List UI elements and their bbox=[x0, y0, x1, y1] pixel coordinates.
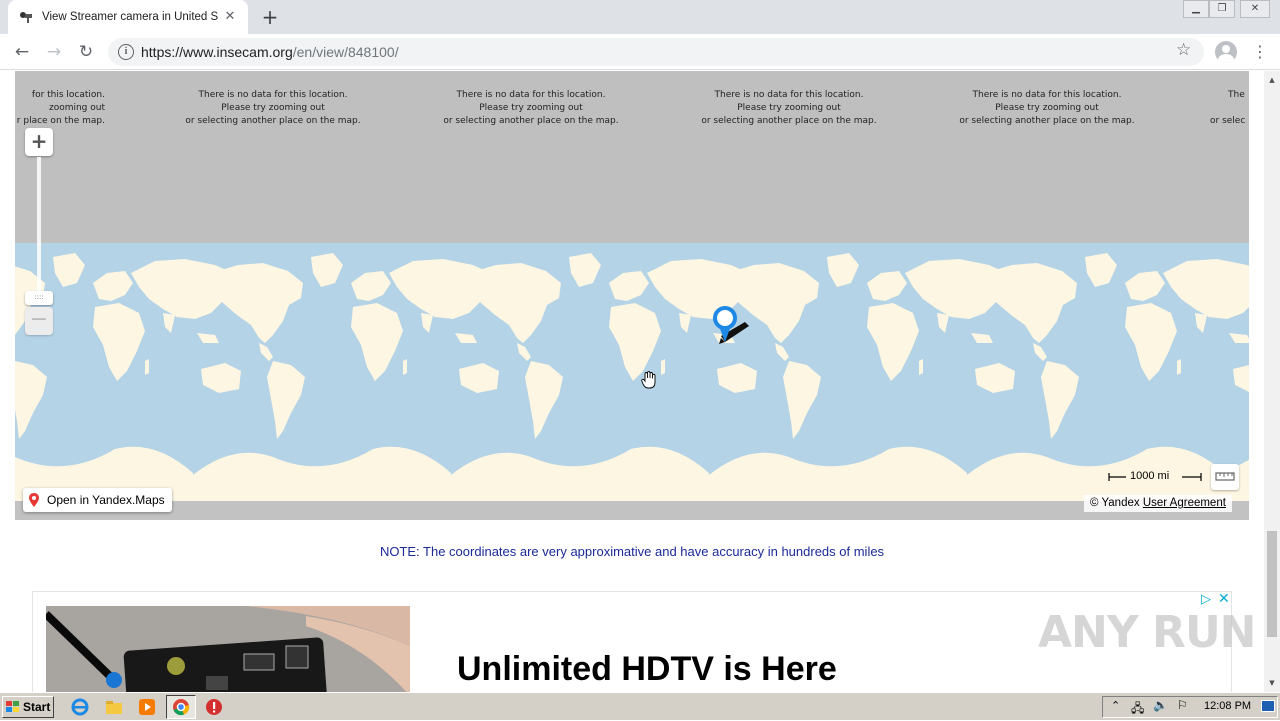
url-host: https://www.insecam.org bbox=[141, 44, 293, 60]
no-data-line: Please try zooming out bbox=[737, 103, 841, 113]
action-center-flag-icon[interactable]: ⚐ bbox=[1177, 698, 1188, 712]
ruler-icon[interactable] bbox=[1211, 464, 1239, 490]
show-desktop-icon[interactable] bbox=[1261, 700, 1275, 712]
no-data-line: or selec bbox=[1210, 116, 1246, 126]
taskbar-clock: 12:08 PM bbox=[1204, 700, 1252, 712]
close-window-button[interactable]: ✕ bbox=[1240, 0, 1270, 18]
location-marker-icon[interactable] bbox=[711, 304, 751, 352]
play-triangle-icon[interactable]: ▷ bbox=[1201, 592, 1211, 607]
no-data-line: Please try zooming out bbox=[221, 103, 325, 113]
map-bottom-band bbox=[15, 501, 1249, 520]
no-data-line: There is no data for this location. bbox=[972, 90, 1122, 100]
taskbar: Start ⌃ 🖧 🔈 ⚐ 12:08 PM bbox=[0, 692, 1280, 720]
chrome-icon bbox=[173, 699, 190, 716]
world-map-tiles bbox=[15, 253, 1249, 501]
zoom-out-button[interactable]: − bbox=[25, 307, 53, 335]
no-data-line: or selecting another place on the map. bbox=[185, 116, 361, 126]
no-data-message-partial-right: The or selec bbox=[1210, 89, 1249, 128]
no-data-message-partial-left: for this location. zooming out r place o… bbox=[15, 89, 105, 128]
site-info-icon[interactable]: i bbox=[118, 44, 134, 60]
url-text: https://www.insecam.org/en/view/848100/ bbox=[141, 44, 399, 60]
zoom-slider-handle[interactable]: :::: bbox=[25, 291, 53, 305]
back-button[interactable]: ← bbox=[10, 40, 34, 64]
tray-expand-icon[interactable]: ⌃ bbox=[1111, 699, 1120, 712]
minimize-button[interactable]: ▁ bbox=[1183, 0, 1209, 18]
no-data-message: There is no data for this location. Plea… bbox=[426, 89, 636, 128]
close-icon[interactable]: ✕ bbox=[1218, 592, 1230, 607]
url-path: /en/view/848100/ bbox=[292, 44, 399, 60]
ad-product-image[interactable] bbox=[46, 606, 410, 692]
browser-tab-active[interactable]: View Streamer camera in United States ✕ bbox=[8, 0, 248, 34]
security-alert-icon[interactable] bbox=[204, 697, 224, 717]
bookmark-star-icon[interactable]: ☆ bbox=[1176, 40, 1191, 60]
camera-favicon-icon bbox=[18, 9, 34, 25]
no-data-line: There is no data for this location. bbox=[714, 90, 864, 100]
browser-tabstrip: View Streamer camera in United States ✕ … bbox=[0, 0, 1280, 34]
zoom-in-button[interactable]: + bbox=[25, 128, 53, 156]
no-data-line: zooming out bbox=[48, 103, 105, 113]
no-data-line: for this location. bbox=[31, 90, 105, 100]
scale-label: 1000 mi bbox=[1130, 470, 1170, 482]
no-data-line: or selecting another place on the map. bbox=[959, 116, 1135, 126]
volume-icon[interactable]: 🔈 bbox=[1153, 698, 1168, 712]
zoom-slider-track[interactable] bbox=[37, 157, 41, 301]
no-data-line: Please try zooming out bbox=[479, 103, 583, 113]
yandex-map[interactable]: for this location. zooming out r place o… bbox=[15, 71, 1249, 520]
no-data-message: There is no data for this location. Plea… bbox=[942, 89, 1152, 128]
windows-flag-icon bbox=[6, 701, 19, 712]
no-data-line: There is no data for this location. bbox=[456, 90, 606, 100]
no-data-line: r place on the map. bbox=[16, 116, 105, 126]
open-in-yandex-maps-button[interactable]: Open in Yandex.Maps bbox=[23, 488, 172, 512]
coordinates-note: NOTE: The coordinates are very approxima… bbox=[379, 544, 885, 559]
browser-toolbar: ← → ↻ i https://www.insecam.org/en/view/… bbox=[0, 34, 1280, 70]
scroll-down-icon[interactable]: ▼ bbox=[1264, 676, 1280, 690]
file-explorer-icon[interactable] bbox=[104, 697, 124, 717]
start-label: Start bbox=[23, 700, 51, 714]
hand-cursor-icon bbox=[641, 371, 657, 393]
no-data-line: or selecting another place on the map. bbox=[701, 116, 877, 126]
no-data-line: There is no data for this location. bbox=[198, 90, 348, 100]
user-agreement-link[interactable]: User Agreement bbox=[1143, 497, 1226, 509]
reload-button[interactable]: ↻ bbox=[74, 40, 98, 64]
no-data-line bbox=[1210, 102, 1249, 115]
restore-button[interactable]: ❐ bbox=[1209, 0, 1235, 18]
address-bar[interactable]: i https://www.insecam.org/en/view/848100… bbox=[108, 38, 1204, 66]
browser-menu-icon[interactable]: ⋮ bbox=[1252, 40, 1268, 64]
no-data-line: Please try zooming out bbox=[995, 103, 1099, 113]
tab-title: View Streamer camera in United States bbox=[42, 11, 218, 23]
map-pin-icon bbox=[29, 493, 39, 507]
system-tray: ⌃ 🖧 🔈 ⚐ bbox=[1102, 696, 1278, 718]
watermark: ANY RUN bbox=[1038, 607, 1256, 658]
tab-close-icon[interactable]: ✕ bbox=[222, 9, 238, 25]
no-data-line: or selecting another place on the map. bbox=[443, 116, 619, 126]
map-scale: 1000 mi bbox=[1108, 469, 1202, 485]
open-in-yandex-label: Open in Yandex.Maps bbox=[47, 493, 165, 507]
media-player-icon[interactable] bbox=[137, 697, 157, 717]
chrome-taskbar-button[interactable] bbox=[166, 695, 196, 719]
map-ocean bbox=[15, 243, 1249, 501]
no-data-line: The bbox=[1228, 90, 1245, 100]
profile-avatar-icon[interactable] bbox=[1215, 41, 1237, 63]
no-data-message: There is no data for this location. Plea… bbox=[168, 89, 378, 128]
network-icon[interactable]: 🖧 bbox=[1131, 699, 1144, 720]
copyright-text: © Yandex bbox=[1090, 497, 1140, 509]
page-viewport: for this location. zooming out r place o… bbox=[0, 71, 1264, 692]
internet-explorer-icon[interactable] bbox=[70, 697, 90, 717]
scroll-thumb[interactable] bbox=[1267, 531, 1277, 637]
page-scrollbar[interactable]: ▲ ▼ bbox=[1264, 71, 1280, 692]
start-button[interactable]: Start bbox=[2, 696, 54, 718]
ad-headline[interactable]: Unlimited HDTV is Here bbox=[457, 650, 837, 689]
new-tab-button[interactable]: + bbox=[258, 5, 282, 29]
map-copyright: © Yandex User Agreement bbox=[1084, 495, 1232, 512]
forward-button[interactable]: → bbox=[42, 40, 66, 64]
no-data-message: There is no data for this location. Plea… bbox=[684, 89, 894, 128]
scroll-up-icon[interactable]: ▲ bbox=[1264, 73, 1280, 87]
